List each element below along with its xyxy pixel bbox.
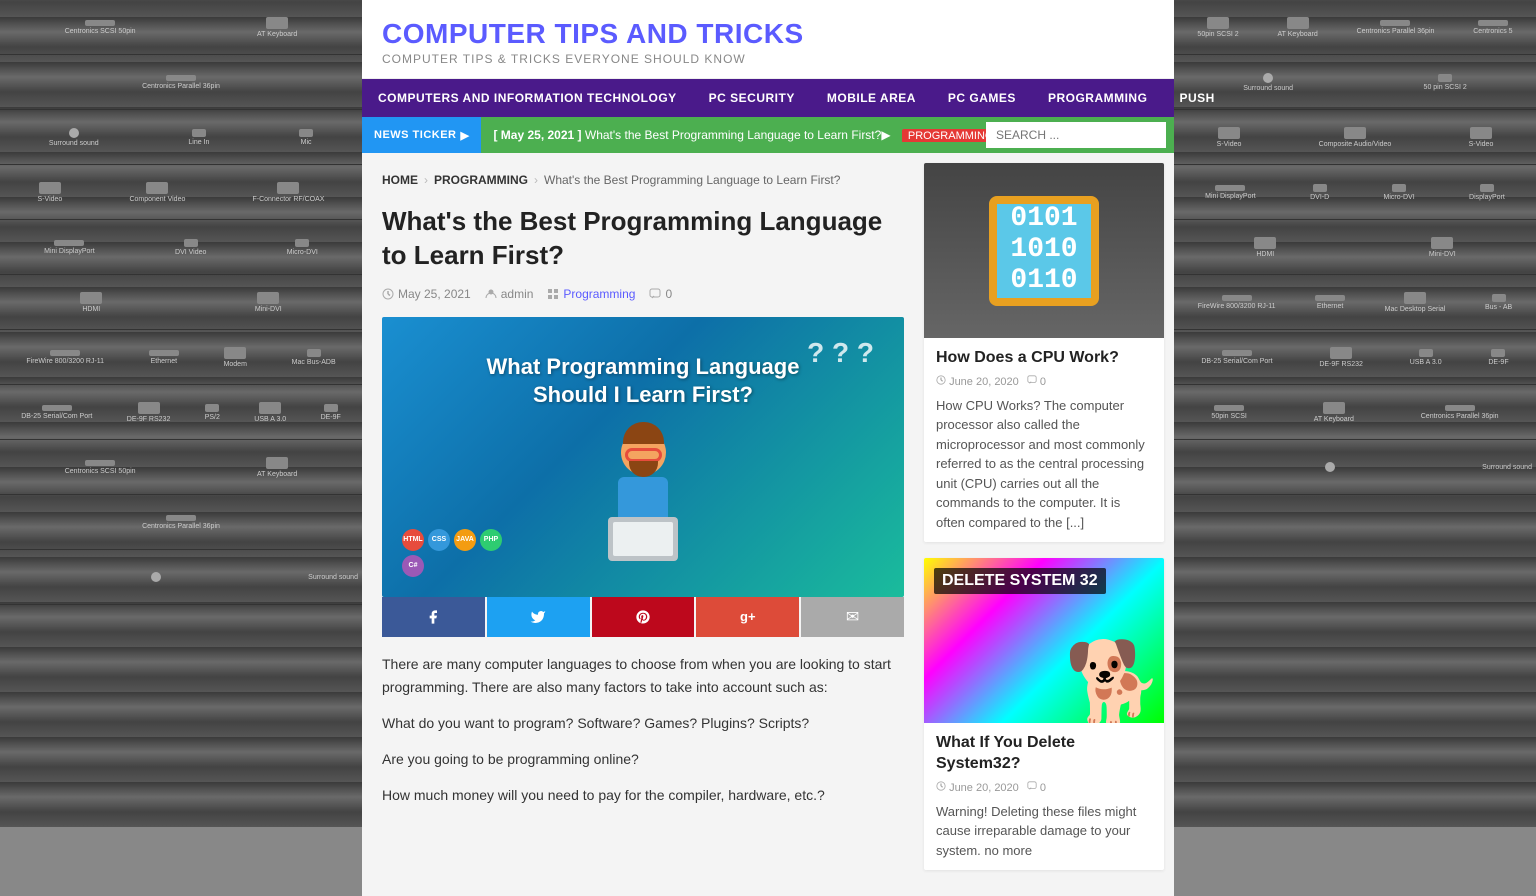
share-bar: g+ ✉ (382, 597, 904, 637)
ticker-bar: NEWS TICKER ▶ [ May 25, 2021 ] What's th… (362, 117, 1174, 153)
cpu-chip: 010110100110 (989, 196, 1099, 306)
ticker-arrow-icon: ▶ (461, 129, 470, 142)
article-author: admin (485, 287, 534, 301)
article-para-4: How much money will you need to pay for … (382, 784, 904, 808)
lang-bubble-cs: C# (402, 555, 424, 577)
site-header: COMPUTER TIPS AND TRICKS COMPUTER TIPS &… (362, 0, 1174, 79)
article-title: What's the Best Programming Language to … (382, 205, 904, 273)
sidebar: 010110100110 How Does a CPU Work? June 2… (924, 153, 1174, 896)
lang-bubble-php: PHP (480, 529, 502, 551)
breadcrumb-sep2: › (534, 173, 538, 187)
dog-emoji-icon: 🐕 (1064, 643, 1164, 723)
programmer-head (621, 430, 666, 475)
article-meta: May 25, 2021 admin Programming 0 (382, 287, 904, 301)
sidebar-card-date: June 20, 2020 (936, 375, 1019, 388)
page-body: HOME › PROGRAMMING › What's the Best Pro… (362, 153, 1174, 896)
center-column: COMPUTER TIPS AND TRICKS COMPUTER TIPS &… (362, 0, 1174, 896)
article-para-2: What do you want to program? Software? G… (382, 712, 904, 736)
sidebar-card-comments: 0 (1027, 375, 1046, 388)
article-comments: 0 (649, 287, 672, 301)
search-input[interactable] (986, 122, 1166, 148)
nav-item-mobile[interactable]: MOBILE AREA (811, 79, 932, 117)
content-main: HOME › PROGRAMMING › What's the Best Pro… (362, 153, 924, 896)
question-marks: ? ? ? (807, 337, 874, 369)
main-navigation: COMPUTERS AND INFORMATION TECHNOLOGY PC … (362, 79, 1174, 117)
article-body: There are many computer languages to cho… (382, 653, 904, 808)
nav-item-push[interactable]: PUSH (1163, 79, 1230, 117)
sidebar-card-date-2: June 20, 2020 (936, 781, 1019, 794)
breadcrumb-current: What's the Best Programming Language to … (544, 173, 840, 187)
delete-system32-text: DELETE SYSTEM 32 (934, 568, 1106, 594)
featured-image-title: What Programming Language Should I Learn… (487, 353, 800, 410)
programmer-body (618, 477, 668, 517)
lang-bubble-java: JAVA (454, 529, 476, 551)
article-category: Programming (547, 287, 635, 301)
programmer-hair (623, 422, 664, 444)
share-pinterest-button[interactable] (592, 597, 695, 637)
cpu-image: 010110100110 (924, 163, 1164, 338)
lang-bubble-html: HTML (402, 529, 424, 551)
email-icon: ✉ (846, 607, 859, 627)
site-subtitle: COMPUTER TIPS & TRICKS EVERYONE SHOULD K… (382, 52, 1154, 66)
article-para-1: There are many computer languages to cho… (382, 653, 904, 701)
share-facebook-button[interactable] (382, 597, 485, 637)
sidebar-card-meta: June 20, 2020 0 (936, 375, 1152, 388)
share-twitter-button[interactable] (487, 597, 590, 637)
programmer-figure (608, 430, 678, 561)
sidebar-card-cpu: 010110100110 How Does a CPU Work? June 2… (924, 163, 1164, 542)
sidebar-card-text: How CPU Works? The computer processor al… (936, 396, 1152, 533)
featured-image: What Programming Language Should I Learn… (382, 317, 904, 597)
sidebar-card-meta-2: June 20, 2020 0 (936, 781, 1152, 794)
sidebar-card-body: How Does a CPU Work? June 20, 2020 0 (924, 338, 1164, 542)
ticker-content: [ May 25, 2021 ] What's the Best Program… (481, 128, 986, 142)
language-bubbles: HTML CSS JAVA PHP C# (402, 529, 522, 577)
sidebar-card-title-2[interactable]: What If You Delete System32? (936, 733, 1152, 775)
cpu-chip-text: 010110100110 (1010, 204, 1077, 296)
nav-item-security[interactable]: PC SECURITY (693, 79, 811, 117)
sidebar-card-system32: DELETE SYSTEM 32 🐕 What If You Delete Sy… (924, 558, 1164, 870)
site-title[interactable]: COMPUTER TIPS AND TRICKS (382, 18, 1154, 50)
programmer-beard (629, 461, 658, 477)
article-para-3: Are you going to be programming online? (382, 748, 904, 772)
programmer-screen (613, 522, 673, 556)
article-date: May 25, 2021 (382, 287, 471, 301)
sidebar-card-body-2: What If You Delete System32? June 20, 20… (924, 723, 1164, 870)
sidebar-card-text-2: Warning! Deleting these files might caus… (936, 802, 1152, 861)
nav-item-games[interactable]: PC GAMES (932, 79, 1032, 117)
nav-item-computers[interactable]: COMPUTERS AND INFORMATION TECHNOLOGY (362, 79, 693, 117)
sidebar-card-comments-2: 0 (1027, 781, 1046, 794)
share-googleplus-button[interactable]: g+ (696, 597, 799, 637)
programmer-glasses (625, 448, 662, 462)
lang-bubble-css: CSS (428, 529, 450, 551)
breadcrumb: HOME › PROGRAMMING › What's the Best Pro… (382, 173, 904, 187)
breadcrumb-sep: › (424, 173, 428, 187)
nav-item-programming[interactable]: PROGRAMMING (1032, 79, 1164, 117)
delete-system32-image: DELETE SYSTEM 32 🐕 (924, 558, 1164, 723)
breadcrumb-home[interactable]: HOME (382, 173, 418, 187)
ticker-label: NEWS TICKER ▶ (362, 117, 481, 153)
share-email-button[interactable]: ✉ (801, 597, 904, 637)
sidebar-card-title[interactable]: How Does a CPU Work? (936, 348, 1152, 369)
programmer-laptop (608, 517, 678, 561)
googleplus-icon: g+ (740, 609, 756, 624)
breadcrumb-section[interactable]: PROGRAMMING (434, 173, 528, 187)
main-wrapper: COMPUTER TIPS AND TRICKS COMPUTER TIPS &… (0, 0, 1536, 896)
